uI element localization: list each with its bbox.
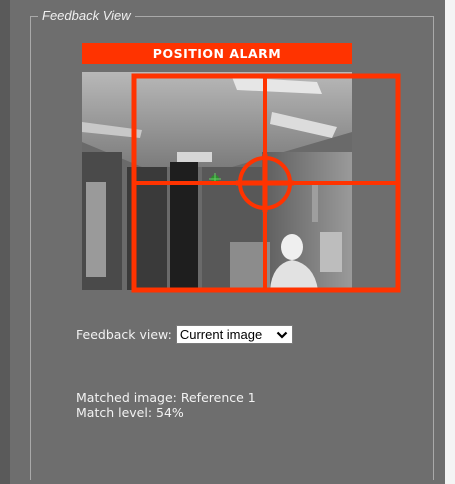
- matched-image-text: Matched image: Reference 1: [76, 390, 256, 405]
- position-alarm-banner: POSITION ALARM: [82, 43, 352, 64]
- feedback-view-row: Feedback view: Current image: [76, 325, 293, 344]
- feedback-view-label: Feedback view:: [76, 327, 172, 342]
- thermal-camera-image: [82, 72, 352, 290]
- chevron-down-icon: [276, 326, 288, 343]
- window-left-edge: [0, 0, 10, 484]
- panel-title: Feedback View: [38, 9, 135, 23]
- feedback-view-select[interactable]: Current image: [175, 325, 293, 344]
- window-right-edge: [445, 0, 455, 484]
- feedback-view-selected-option: Current image: [179, 327, 263, 342]
- match-level-text: Match level: 54%: [76, 405, 184, 420]
